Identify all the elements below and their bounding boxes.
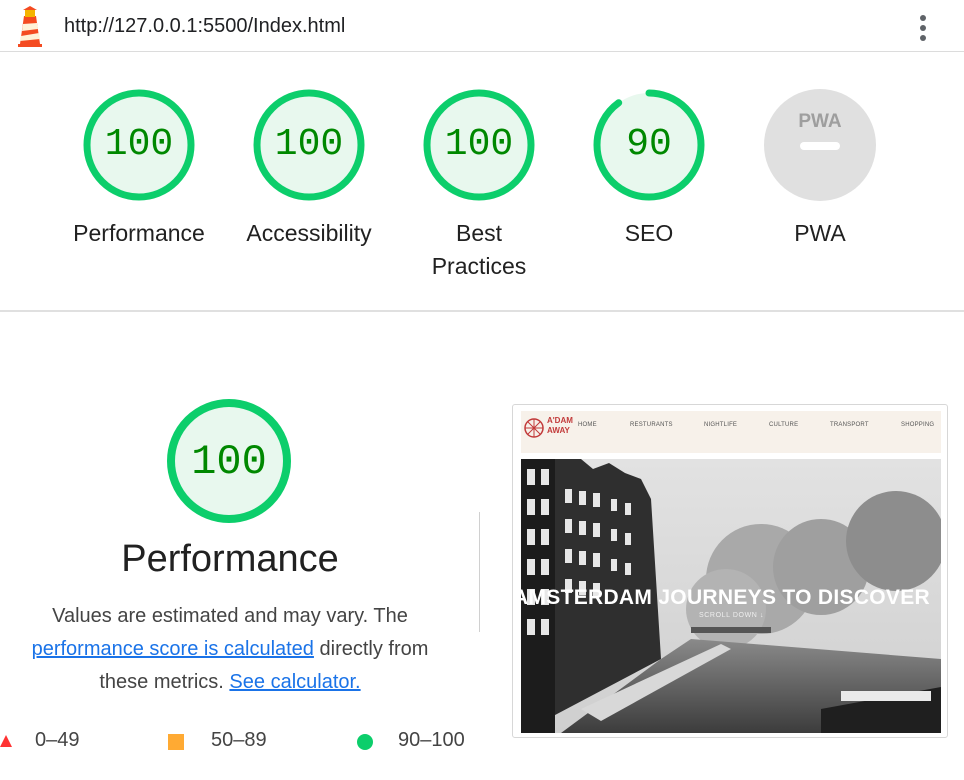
- legend-range: 0–49: [35, 729, 80, 751]
- section-divider: [0, 310, 964, 312]
- menu-shopping: SHOPPING: [901, 422, 935, 428]
- menu-restaurants: RESTURANTS: [630, 422, 673, 428]
- desc-text-3: these metrics.: [99, 671, 224, 693]
- see-calculator-link[interactable]: See calculator.: [229, 671, 360, 693]
- gauge-score: 90: [626, 123, 672, 166]
- menu-home: HOME: [578, 422, 597, 428]
- triangle-icon: [0, 735, 12, 747]
- score-gauge: 100: [253, 89, 365, 201]
- gauge-label: Performance: [73, 220, 205, 246]
- performance-description: Values are estimated and may vary. The p…: [0, 600, 460, 699]
- gauge-label: Best Practices: [431, 220, 527, 279]
- score-gauge: 100: [83, 89, 195, 201]
- menu-transport: TRANSPORT: [830, 422, 869, 428]
- site-navbar: A'DAM AWAY HOME RESTURANTS NIGHTLIFE CUL…: [521, 411, 941, 453]
- desc-text-2: directly from: [319, 638, 429, 660]
- menu-culture: CULTURE: [769, 422, 799, 428]
- performance-score: 100: [191, 438, 267, 486]
- pwa-badge-icon: PWA: [764, 89, 876, 201]
- brand-line-2: AWAY: [547, 426, 570, 435]
- lighthouse-icon: [18, 6, 42, 47]
- hero-image: AMSTERDAM JOURNEYS TO DISCOVER SCROLL DO…: [521, 459, 941, 733]
- circle-icon: [357, 734, 373, 750]
- gauge-label: PWA: [794, 220, 846, 246]
- category-gauges: 100 Performance 100 Accessibility 100 Be…: [0, 53, 964, 310]
- performance-title: Performance: [121, 538, 339, 580]
- gauge-accessibility[interactable]: 100 Accessibility: [229, 87, 389, 250]
- gauge-best-practices[interactable]: 100 Best Practices: [399, 87, 559, 283]
- gauge-performance[interactable]: 100 Performance: [59, 87, 219, 250]
- wheel-logo-icon: [524, 418, 544, 438]
- gauge-pwa[interactable]: PWA PWA: [740, 87, 900, 250]
- page-url: http://127.0.0.1:5500/Index.html: [64, 15, 346, 37]
- legend-range: 90–100: [398, 729, 465, 751]
- brand-line-1: A'DAM: [547, 416, 573, 425]
- final-screenshot[interactable]: A'DAM AWAY HOME RESTURANTS NIGHTLIFE CUL…: [512, 404, 948, 738]
- more-options-icon[interactable]: [912, 12, 934, 42]
- pwa-badge-text: PWA: [798, 111, 842, 132]
- report-topbar: http://127.0.0.1:5500/Index.html: [0, 0, 964, 52]
- legend-range: 50–89: [211, 729, 267, 751]
- gauge-score: 100: [275, 123, 343, 166]
- performance-score-gauge: 100: [167, 399, 291, 523]
- menu-nightlife: NIGHTLIFE: [704, 422, 738, 428]
- square-icon: [168, 734, 184, 750]
- score-gauge: 100: [423, 89, 535, 201]
- gauge-score: 100: [445, 123, 513, 166]
- hero-subtitle: SCROLL DOWN ↓: [699, 612, 765, 619]
- score-calculated-link[interactable]: performance score is calculated: [32, 638, 314, 660]
- desc-text-1: Values are estimated and may vary. The: [52, 605, 408, 627]
- hero-title: AMSTERDAM JOURNEYS TO DISCOVER: [521, 586, 930, 609]
- gauge-label: Accessibility: [246, 220, 372, 246]
- gauge-score: 100: [105, 123, 173, 166]
- vertical-divider: [479, 512, 480, 632]
- gauge-label: SEO: [624, 220, 674, 246]
- site-brand: A'DAM AWAY: [547, 416, 573, 436]
- score-gauge: 90: [593, 89, 705, 201]
- gauge-seo[interactable]: 90 SEO: [569, 87, 729, 250]
